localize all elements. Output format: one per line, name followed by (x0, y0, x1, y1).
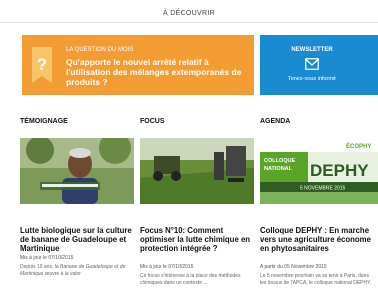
question-mark-icon: ? (32, 47, 52, 83)
newsletter-title: NEWSLETTER (291, 47, 333, 53)
agenda-date: A partir du 05 Novembre 2015 (260, 264, 327, 270)
newsletter-subtitle: Tenez-vous informé (288, 76, 336, 82)
column-heading: FOCUS (140, 118, 165, 125)
svg-text:5 NOVEMBRE 2015: 5 NOVEMBRE 2015 (300, 186, 346, 192)
agenda-title[interactable]: Colloque DEPHY : En marche vers une agri… (260, 226, 376, 253)
testimony-title[interactable]: Lutte biologique sur la culture de banan… (20, 226, 132, 253)
section-title: À DÉCOUVRIR (163, 10, 215, 17)
newsletter-signup[interactable]: NEWSLETTER Tenez-vous informé (260, 35, 378, 95)
svg-text:ÉCOPHY: ÉCOPHY (346, 142, 371, 150)
envelope-icon (305, 58, 319, 70)
focus-image[interactable] (140, 138, 254, 204)
column-heading: TÉMOIGNAGE (20, 118, 68, 125)
svg-text:DEPHY: DEPHY (310, 161, 369, 180)
svg-text:COLLOQUE: COLLOQUE (264, 158, 295, 164)
svg-text:NATIONAL: NATIONAL (264, 166, 293, 172)
testimony-excerpt: Depuis 10 ans, la Banane de Guadeloupe e… (20, 264, 126, 277)
testimony-column: TÉMOIGNAGE Lutte biologique sur la cultu… (20, 118, 134, 277)
testimony-image[interactable] (20, 138, 134, 204)
agenda-excerpt: Le 5 novembre prochain va se tenir à Par… (260, 273, 372, 286)
question-link[interactable]: Qu'apporte le nouvel arrêté relatif à l'… (66, 57, 250, 87)
focus-title[interactable]: Focus N°10: Comment optimiser la lutte c… (140, 226, 252, 253)
question-of-month-banner[interactable]: ? LA QUESTION DU MOIS Qu'apporte le nouv… (22, 35, 254, 95)
svg-text:?: ? (37, 55, 47, 74)
focus-column: FOCUS Focus N°10: Comment optimiser la l… (140, 118, 254, 286)
agenda-image[interactable]: ÉCOPHY COLLOQUE NATIONAL DEPHY 5 NOVEMBR… (260, 138, 378, 204)
section-divider (0, 22, 378, 23)
column-heading: AGENDA (260, 118, 291, 125)
focus-excerpt: Ce focus s'intéresse à la place des méth… (140, 273, 241, 286)
testimony-date: Mis à jour le 07/10/2015 (20, 255, 74, 261)
question-kicker: LA QUESTION DU MOIS (66, 47, 134, 53)
focus-date: Mis à jour le 07/10/2015 (140, 264, 194, 270)
agenda-column: AGENDA ÉCOPHY COLLOQUE NATIONAL DEPHY 5 … (260, 118, 378, 286)
